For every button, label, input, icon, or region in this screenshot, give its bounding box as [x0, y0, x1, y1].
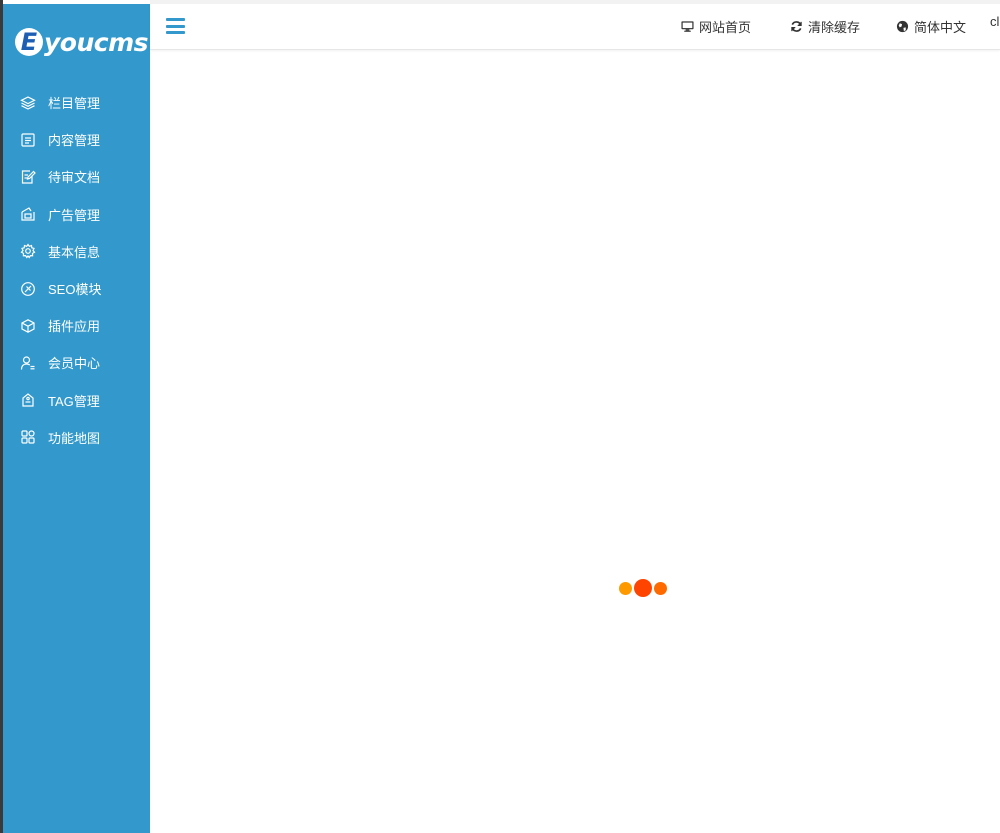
logo-mark: E	[15, 28, 43, 56]
cube-icon	[20, 318, 36, 334]
ad-icon	[20, 206, 36, 222]
grid-icon	[20, 429, 36, 445]
sidebar-item-label: TAG管理	[48, 393, 100, 409]
edit-document-icon	[20, 169, 36, 185]
seo-icon	[20, 281, 36, 297]
sidebar-item-label: 内容管理	[48, 133, 101, 149]
hamburger-icon	[166, 24, 185, 28]
gear-icon	[20, 243, 36, 259]
refresh-icon	[791, 20, 802, 32]
hamburger-icon	[166, 18, 185, 21]
sidebar-item-basic-info[interactable]: 基本信息	[3, 233, 150, 270]
loader-dot	[634, 579, 652, 597]
sidebar: E youcms 栏目管理 内容管理 待审文档 广告管理 基本信息 SEO模块 …	[3, 4, 150, 833]
sidebar-item-pending-docs[interactable]: 待审文档	[3, 158, 150, 195]
sidebar-item-label: 功能地图	[48, 430, 101, 446]
sidebar-item-tag-management[interactable]: TAG管理	[3, 382, 150, 419]
language-link[interactable]: 简体中文	[896, 16, 966, 36]
user-icon	[20, 355, 36, 371]
loader-dot	[654, 582, 667, 595]
sidebar-nav: 栏目管理 内容管理 待审文档 广告管理 基本信息 SEO模块 插件应用 会员中心…	[3, 84, 150, 456]
hamburger-icon	[166, 31, 185, 34]
sidebar-item-ad-management[interactable]: 广告管理	[3, 196, 150, 233]
sidebar-item-label: SEO模块	[48, 282, 102, 298]
document-icon	[20, 132, 36, 148]
loading-indicator	[619, 578, 669, 598]
menu-toggle-button[interactable]	[166, 18, 185, 34]
sidebar-item-label: 广告管理	[48, 207, 101, 223]
sidebar-item-label: 基本信息	[48, 244, 101, 260]
monitor-icon	[681, 20, 694, 32]
site-home-label: 网站首页	[699, 19, 752, 35]
site-home-link[interactable]: 网站首页	[681, 16, 751, 36]
user-menu-text[interactable]: cl	[990, 14, 1000, 29]
sidebar-item-label: 待审文档	[48, 170, 101, 186]
language-label: 简体中文	[914, 19, 967, 35]
top-header: 网站首页 清除缓存 简体中文 cl	[150, 4, 1000, 50]
brand-logo[interactable]: E youcms	[15, 24, 149, 60]
sidebar-item-label: 栏目管理	[48, 96, 101, 112]
sidebar-item-function-map[interactable]: 功能地图	[3, 419, 150, 456]
sidebar-item-column-management[interactable]: 栏目管理	[3, 84, 150, 121]
sidebar-item-seo[interactable]: SEO模块	[3, 270, 150, 307]
loader-dot	[619, 582, 632, 595]
sidebar-item-content-management[interactable]: 内容管理	[3, 121, 150, 158]
logo-text: youcms	[44, 27, 149, 57]
clear-cache-link[interactable]: 清除缓存	[790, 16, 860, 36]
layers-icon	[20, 95, 36, 111]
globe-icon	[896, 20, 909, 32]
tag-icon	[20, 392, 36, 408]
clear-cache-label: 清除缓存	[808, 19, 861, 35]
sidebar-item-member-center[interactable]: 会员中心	[3, 344, 150, 381]
sidebar-item-plugins[interactable]: 插件应用	[3, 307, 150, 344]
sidebar-item-label: 会员中心	[48, 356, 101, 372]
sidebar-item-label: 插件应用	[48, 319, 101, 335]
